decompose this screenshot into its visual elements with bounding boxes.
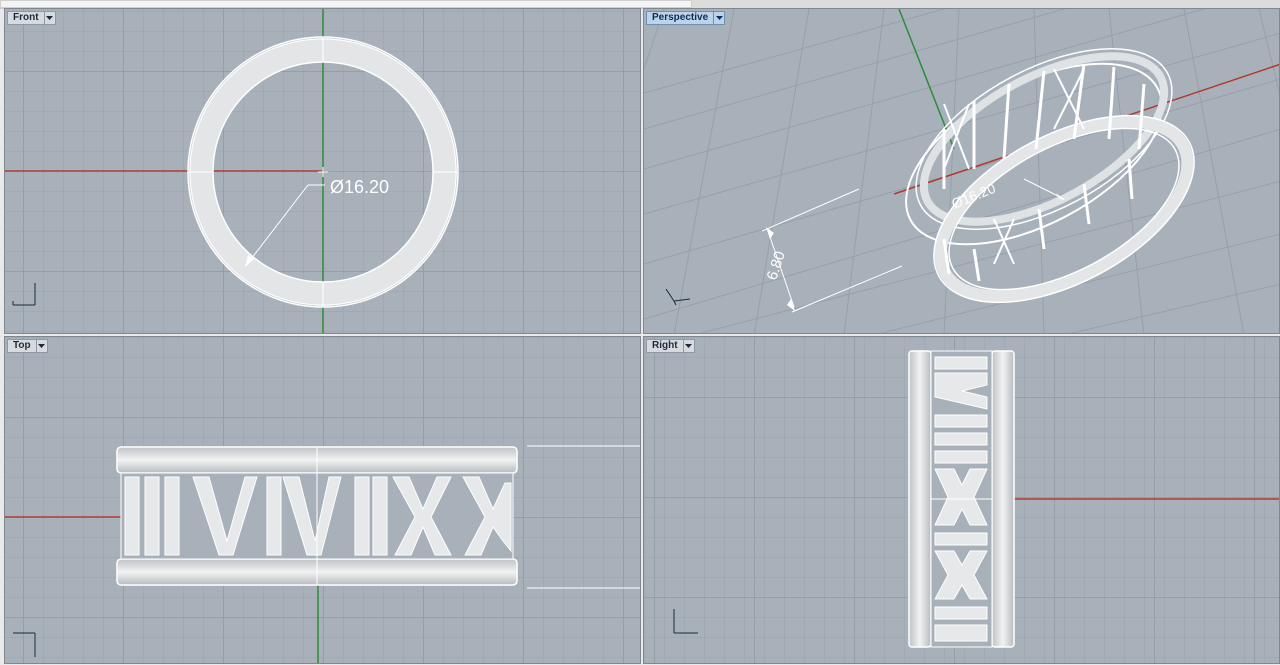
front-view-canvas: Ø16.20 (5, 9, 640, 333)
ring-top-profile (116, 446, 518, 586)
diameter-label: Ø16.20 (330, 177, 389, 197)
viewport-front-title-tab[interactable]: Front (7, 11, 56, 25)
viewport-front[interactable]: Front Ø16.20 (4, 8, 641, 334)
dropdown-arrow-icon[interactable] (714, 11, 726, 25)
viewport-right-title-tab[interactable]: Right (646, 339, 695, 353)
viewport-top-title-tab[interactable]: Top (7, 339, 48, 353)
ring-right-profile (908, 350, 1015, 648)
dropdown-arrow-icon[interactable] (683, 339, 695, 353)
scrollbar-thumb[interactable] (0, 0, 692, 8)
dropdown-arrow-icon[interactable] (36, 339, 48, 353)
viewport-front-title: Front (7, 11, 45, 25)
right-view-canvas (644, 337, 1279, 663)
viewport-perspective-title: Perspective (646, 11, 715, 25)
viewport-top[interactable]: Top (4, 336, 641, 664)
viewport-perspective-title-tab[interactable]: Perspective (646, 11, 726, 25)
viewport-top-title: Top (7, 339, 37, 353)
top-view-canvas (5, 337, 640, 663)
perspective-view-canvas: Ø16.20 6.80 (644, 9, 1279, 333)
viewport-perspective[interactable]: Perspective Ø16.20 6.80 (643, 8, 1280, 334)
viewport-right[interactable]: Right (643, 336, 1280, 664)
viewport-right-title: Right (646, 339, 684, 353)
dropdown-arrow-icon[interactable] (44, 11, 56, 25)
